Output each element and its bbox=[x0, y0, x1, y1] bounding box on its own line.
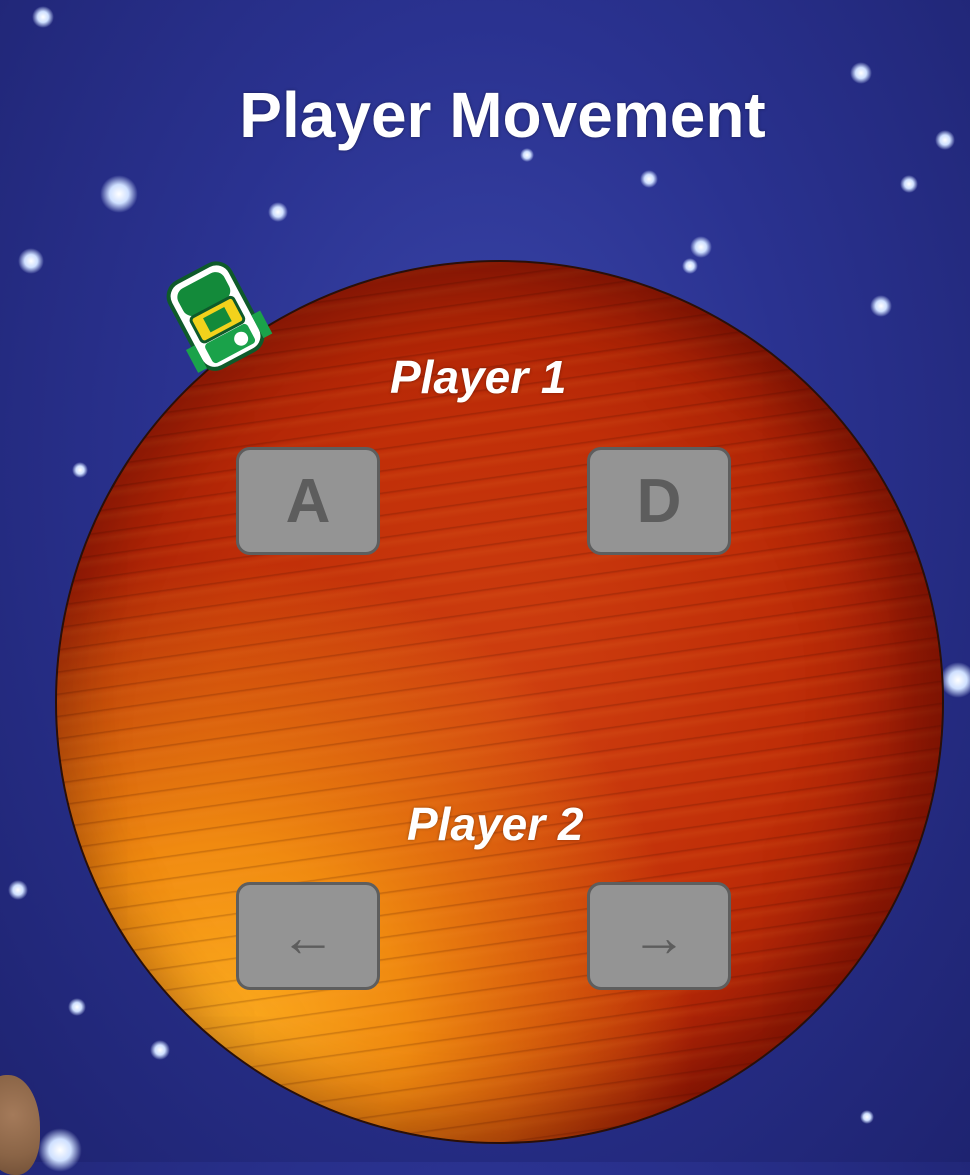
star bbox=[32, 6, 54, 28]
star bbox=[870, 295, 892, 317]
star bbox=[640, 170, 658, 188]
star bbox=[940, 662, 970, 698]
star bbox=[72, 462, 88, 478]
star bbox=[900, 175, 918, 193]
star bbox=[100, 175, 138, 213]
star bbox=[682, 258, 698, 274]
player-1-left-key[interactable]: A bbox=[236, 447, 380, 555]
player-2-right-arrow-key[interactable]: → bbox=[587, 882, 731, 990]
player-1-label: Player 1 bbox=[390, 351, 567, 403]
star bbox=[38, 1128, 82, 1172]
player-1-right-key[interactable]: D bbox=[587, 447, 731, 555]
star bbox=[268, 202, 288, 222]
star bbox=[150, 1040, 170, 1060]
star bbox=[860, 1110, 874, 1124]
player-2-label: Player 2 bbox=[407, 798, 584, 850]
player-2-left-arrow-key[interactable]: ← bbox=[236, 882, 380, 990]
star bbox=[18, 248, 44, 274]
star bbox=[690, 236, 712, 258]
asteroid-icon bbox=[0, 1075, 40, 1175]
page-title: Player Movement bbox=[239, 79, 766, 151]
star bbox=[8, 880, 28, 900]
star bbox=[68, 998, 86, 1016]
